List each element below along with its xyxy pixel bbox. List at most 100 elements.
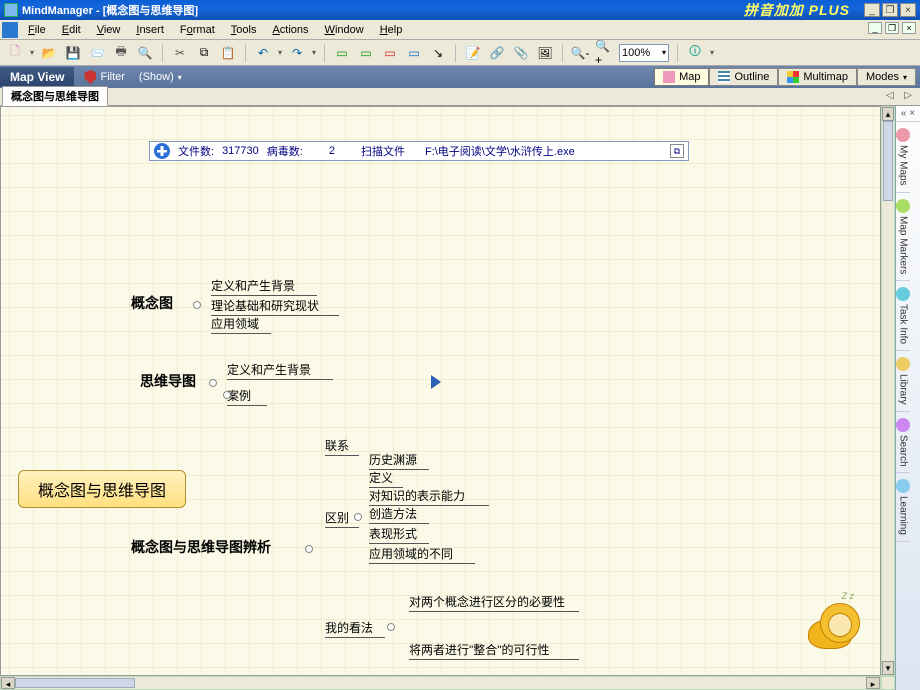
side-tab-learning[interactable]: Learning — [896, 473, 910, 542]
zoom-in-button[interactable]: 🔍+ — [595, 44, 613, 62]
map-view-label: Map View — [0, 67, 74, 87]
vscroll-thumb[interactable] — [883, 121, 893, 201]
leaf-node[interactable]: 理论基础和研究现状 — [211, 297, 339, 314]
show-dropdown[interactable]: (Show) — [139, 71, 174, 83]
tab-nav-arrows[interactable]: ◁ ▷ — [886, 90, 916, 101]
help-button[interactable]: 🛈 — [686, 44, 704, 62]
expand-joint[interactable] — [193, 301, 201, 309]
new-button[interactable]: 🗋 — [6, 44, 24, 62]
menu-view[interactable]: View — [89, 22, 129, 38]
scroll-right-button[interactable]: ▸ — [866, 677, 880, 689]
expand-joint[interactable] — [223, 391, 231, 399]
scroll-left-button[interactable]: ◂ — [1, 677, 15, 689]
hscroll-thumb[interactable] — [15, 678, 135, 688]
mdi-minimize-button[interactable]: _ — [868, 22, 882, 34]
filter-label[interactable]: Filter — [100, 71, 124, 83]
boundary-button[interactable]: ▭ — [405, 44, 423, 62]
assistant-mascot[interactable]: Z z — [802, 599, 864, 649]
node-relation[interactable]: 联系 — [325, 437, 359, 454]
notes-button[interactable]: 📝 — [464, 44, 482, 62]
redo-button[interactable]: ↷ — [288, 44, 306, 62]
document-tab[interactable]: 概念图与思维导图 — [2, 86, 108, 106]
expand-joint[interactable] — [305, 545, 313, 553]
menu-help[interactable]: Help — [372, 22, 411, 38]
side-tab-taskinfo[interactable]: Task Info — [896, 281, 910, 351]
side-tab-mymaps[interactable]: My Maps — [896, 122, 910, 193]
leaf-node[interactable]: 历史渊源 — [369, 451, 429, 468]
ime-overlay: 拼音加加 PLUS — [744, 0, 850, 20]
print-preview-button[interactable]: 🔍 — [136, 44, 154, 62]
callout-button[interactable]: ▭ — [381, 44, 399, 62]
image-button[interactable]: 🖼 — [536, 44, 554, 62]
cut-button[interactable]: ✂ — [171, 44, 189, 62]
library-icon — [896, 357, 910, 371]
close-button[interactable]: × — [900, 3, 916, 17]
copy-button[interactable]: ⧉ — [195, 44, 213, 62]
expand-joint[interactable] — [209, 379, 217, 387]
sleep-zz-icon: Z z — [842, 591, 855, 601]
view-outline-button[interactable]: Outline — [709, 68, 778, 86]
leaf-node[interactable]: 应用领域的不同 — [369, 545, 475, 562]
side-tab-search[interactable]: Search — [896, 412, 910, 474]
leaf-node[interactable]: 应用领域 — [211, 315, 271, 332]
relationship-button[interactable]: ↘ — [429, 44, 447, 62]
expand-joint[interactable] — [387, 623, 395, 631]
attachment-button[interactable]: 📎 — [512, 44, 530, 62]
leaf-node[interactable]: 对知识的表示能力 — [369, 487, 489, 504]
paste-button[interactable]: 📋 — [219, 44, 237, 62]
side-tab-library[interactable]: Library — [896, 351, 910, 412]
view-outline-label: Outline — [734, 71, 769, 83]
canvas[interactable]: 文件数: 317730 病毒数: 2 扫描文件 F:\电子阅读\文学\水浒传上.… — [0, 106, 881, 676]
menu-app-icon[interactable] — [2, 22, 18, 38]
leaf-node[interactable]: 定义 — [369, 469, 403, 486]
leaf-node[interactable]: 创造方法 — [369, 505, 429, 522]
menu-window[interactable]: Window — [317, 22, 372, 38]
leaf-node[interactable]: 表现形式 — [369, 525, 429, 542]
menu-format[interactable]: Format — [172, 22, 223, 38]
view-multimap-button[interactable]: Multimap — [778, 68, 857, 86]
subtopic-button[interactable]: ▭ — [357, 44, 375, 62]
send-button[interactable]: 📨 — [88, 44, 106, 62]
menu-tools[interactable]: Tools — [223, 22, 265, 38]
scroll-up-button[interactable]: ▴ — [882, 107, 894, 121]
mdi-close-button[interactable]: × — [902, 22, 916, 34]
taskinfo-icon — [896, 287, 910, 301]
presentation-marker-icon[interactable] — [431, 375, 441, 389]
node-comparison[interactable]: 概念图与思维导图辨析 — [131, 537, 271, 557]
leaf-node[interactable]: 对两个概念进行区分的必要性 — [409, 593, 579, 610]
leaf-node[interactable]: 定义和产生背景 — [211, 277, 317, 294]
menu-insert[interactable]: Insert — [128, 22, 172, 38]
horizontal-scrollbar[interactable]: ◂ ▸ — [0, 676, 881, 690]
expand-joint[interactable] — [354, 513, 362, 521]
zoom-out-button[interactable]: 🔍- — [571, 44, 589, 62]
leaf-node[interactable]: 定义和产生背景 — [227, 361, 333, 378]
save-button[interactable]: 💾 — [64, 44, 82, 62]
vertical-scrollbar[interactable]: ▴ ▾ — [881, 106, 895, 676]
zoom-combo[interactable]: 100%▾ — [619, 44, 669, 62]
node-my-view[interactable]: 我的看法 — [325, 619, 385, 636]
node-concept-map[interactable]: 概念图 — [131, 293, 173, 313]
hyperlink-button[interactable]: 🔗 — [488, 44, 506, 62]
menu-file[interactable]: File — [20, 22, 54, 38]
title-bar: MindManager - [概念图与思维导图] 拼音加加 PLUS _ ❐ × — [0, 0, 920, 20]
undo-button[interactable]: ↶ — [254, 44, 272, 62]
mindmap-root-node[interactable]: 概念图与思维导图 — [18, 470, 186, 508]
scroll-down-button[interactable]: ▾ — [882, 661, 894, 675]
side-tab-markers[interactable]: Map Markers — [896, 193, 910, 281]
print-button[interactable]: 🖶 — [112, 44, 130, 62]
view-modes-button[interactable]: Modes ▾ — [857, 68, 916, 86]
leaf-node[interactable]: 将两者进行"整合"的可行性 — [409, 641, 579, 658]
minimize-button[interactable]: _ — [864, 3, 880, 17]
menu-actions[interactable]: Actions — [264, 22, 316, 38]
multimap-icon — [787, 71, 799, 83]
node-mind-map[interactable]: 思维导图 — [140, 371, 196, 391]
notif-expand-button[interactable]: ⧉ — [670, 144, 684, 158]
restore-button[interactable]: ❐ — [882, 3, 898, 17]
open-button[interactable]: 📂 — [40, 44, 58, 62]
mdi-restore-button[interactable]: ❐ — [885, 22, 899, 34]
side-panel-close[interactable]: « × — [896, 106, 920, 122]
leaf-node[interactable]: 案例 — [227, 387, 267, 404]
topic-button[interactable]: ▭ — [333, 44, 351, 62]
view-map-button[interactable]: Map — [654, 68, 709, 86]
menu-edit[interactable]: Edit — [54, 22, 89, 38]
